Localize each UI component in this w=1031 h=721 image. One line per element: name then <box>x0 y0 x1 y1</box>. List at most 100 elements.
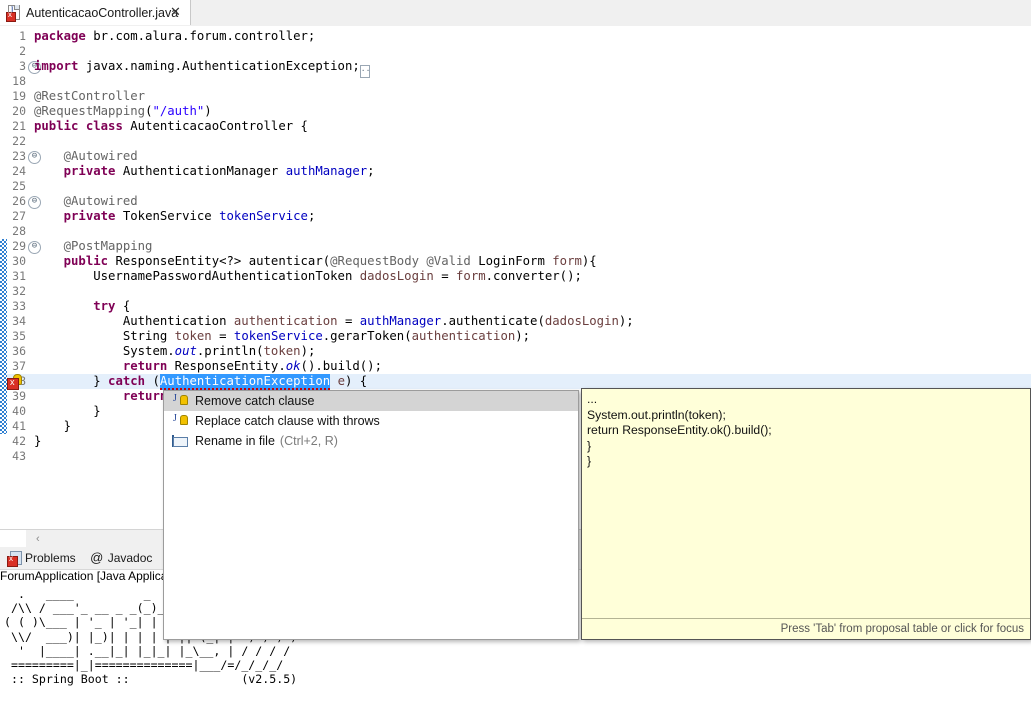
line-number: 21 <box>12 119 26 133</box>
preview-hint-label: Press 'Tab' from proposal table or click… <box>582 618 1030 639</box>
code-text: try { <box>93 299 131 313</box>
close-icon[interactable]: ✕ <box>169 5 182 18</box>
quickfix-proposal-popup[interactable]: J Remove catch clause J Replace catch claus… <box>163 390 579 640</box>
code-text: private AuthenticationManager authManage… <box>63 164 375 178</box>
scrollbar-track[interactable] <box>0 530 26 547</box>
code-text: String token = tokenService.gerarToken(a… <box>34 329 531 343</box>
quickfix-item[interactable]: Rename in file (Ctrl+2, R) <box>164 431 578 451</box>
code-text: return <box>122 389 168 403</box>
code-line[interactable]: 38 } catch (AuthenticationException e) { <box>0 374 1031 390</box>
quickfix-item-label: Rename in file <box>195 434 275 448</box>
quickfix-item-label: Replace catch clause with throws <box>195 414 380 428</box>
line-number: 42 <box>12 434 26 448</box>
tab-problems[interactable]: Problems <box>0 548 83 569</box>
code-line[interactable]: 37 return ResponseEntity.ok().build(); <box>0 359 1031 374</box>
code-line[interactable]: 1 package br.com.alura.forum.controller; <box>0 29 1031 44</box>
code-text: @Autowired <box>63 194 138 208</box>
problems-icon <box>7 551 22 567</box>
code-text: public class AutenticacaoController { <box>34 119 308 133</box>
error-quickfix-marker-icon[interactable] <box>7 374 23 390</box>
quickfix-item[interactable]: J Remove catch clause <box>164 391 578 411</box>
code-line[interactable]: 22 <box>0 134 1031 149</box>
code-line[interactable]: 19 @RestController <box>0 89 1031 104</box>
at-icon: @ <box>90 550 104 565</box>
line-number: 19 <box>12 89 26 103</box>
line-number: 26 <box>12 194 26 208</box>
code-text: public ResponseEntity<?> autenticar(@Req… <box>63 254 597 268</box>
line-number: 20 <box>12 104 26 118</box>
line-number: 41 <box>12 419 26 433</box>
code-line[interactable]: 28 <box>0 224 1031 239</box>
code-line[interactable]: 23 ⊖ @Autowired <box>0 149 1031 164</box>
line-number: 40 <box>12 404 26 418</box>
code-text: @RequestMapping("/auth") <box>34 104 212 118</box>
rename-icon <box>172 433 188 449</box>
code-line[interactable]: 34 Authentication authentication = authM… <box>0 314 1031 329</box>
tab-problems-label: Problems <box>25 551 76 565</box>
code-text: } catch (AuthenticationException e) { <box>34 374 368 390</box>
line-number: 25 <box>12 179 26 193</box>
code-line[interactable]: 25 <box>0 179 1031 194</box>
line-number: 23 <box>12 149 26 163</box>
quickfix-icon: J <box>172 393 188 409</box>
code-line[interactable]: 2 <box>0 44 1031 59</box>
code-text: @Autowired <box>63 149 138 163</box>
code-line[interactable]: 27 private TokenService tokenService; <box>0 209 1031 224</box>
code-text: } <box>34 434 42 448</box>
quickfix-preview-popup[interactable]: ... System.out.println(token); return Re… <box>581 388 1031 640</box>
tab-javadoc-label: Javadoc <box>107 551 153 565</box>
java-file-error-icon: J <box>6 5 21 22</box>
line-number: 34 <box>12 314 26 328</box>
line-number: 3 <box>19 59 26 73</box>
quickfix-item[interactable]: J Replace catch clause with throws <box>164 411 578 431</box>
code-line[interactable]: 3 ⊖ import javax.naming.AuthenticationExce… <box>0 59 1031 78</box>
line-number: 31 <box>12 269 26 283</box>
code-text: private TokenService tokenService; <box>63 209 316 223</box>
code-line[interactable]: 32 <box>0 284 1031 299</box>
line-number: 37 <box>12 359 26 373</box>
code-text: @PostMapping <box>63 239 153 253</box>
line-number: 43 <box>12 449 26 463</box>
editor-tab-autenticacaocontroller[interactable]: J AutenticacaoController.java ✕ <box>0 0 191 25</box>
code-text: } <box>34 404 101 418</box>
line-number: 30 <box>12 254 26 268</box>
line-number: 29 <box>12 239 26 253</box>
code-line[interactable]: 33 try { <box>0 299 1031 314</box>
code-line[interactable]: 29 ⊖ @PostMapping <box>0 239 1031 254</box>
editor-tab-bar: J AutenticacaoController.java ✕ <box>0 0 1031 27</box>
code-line[interactable]: 35 String token = tokenService.gerarToke… <box>0 329 1031 344</box>
quickfix-item-label: Remove catch clause <box>195 394 315 408</box>
code-line[interactable]: 20 @RequestMapping("/auth") <box>0 104 1031 119</box>
line-number: 39 <box>12 389 26 403</box>
line-number: 2 <box>19 44 26 58</box>
quickfix-icon: J <box>172 413 188 429</box>
scroll-left-icon[interactable]: ‹ <box>36 533 40 545</box>
code-text: package br.com.alura.forum.controller; <box>34 29 316 43</box>
line-number: 1 <box>19 29 26 43</box>
line-number: 36 <box>12 344 26 358</box>
code-text: return ResponseEntity.ok().build(); <box>122 359 382 373</box>
code-text: } <box>34 419 72 433</box>
line-number: 27 <box>12 209 26 223</box>
code-line[interactable]: 30 public ResponseEntity<?> autenticar(@… <box>0 254 1031 269</box>
code-text: Authentication authentication = authMana… <box>34 314 634 328</box>
code-text: System.out.println(token); <box>34 344 316 358</box>
code-line[interactable]: 26 ⊖ @Autowired <box>0 194 1031 209</box>
line-number: 35 <box>12 329 26 343</box>
code-line[interactable]: 36 System.out.println(token); <box>0 344 1031 359</box>
quickfix-item-shortcut: (Ctrl+2, R) <box>279 434 338 448</box>
code-line[interactable]: 31 UsernamePasswordAuthenticationToken d… <box>0 269 1031 284</box>
code-line[interactable]: 24 private AuthenticationManager authMan… <box>0 164 1031 179</box>
code-text: UsernamePasswordAuthenticationToken dado… <box>34 269 582 283</box>
line-number: 28 <box>12 224 26 238</box>
code-text: @RestController <box>34 89 146 103</box>
line-number: 22 <box>12 134 26 148</box>
line-number: 24 <box>12 164 26 178</box>
editor-tab-label: AutenticacaoController.java <box>26 5 179 20</box>
line-number: 18 <box>12 74 26 88</box>
tab-javadoc[interactable]: @ Javadoc <box>83 548 160 569</box>
code-line[interactable]: 21 public class AutenticacaoController { <box>0 119 1031 134</box>
line-number: 33 <box>12 299 26 313</box>
code-line[interactable]: 18 <box>0 74 1031 89</box>
preview-code-text: ... System.out.println(token); return Re… <box>587 392 772 469</box>
